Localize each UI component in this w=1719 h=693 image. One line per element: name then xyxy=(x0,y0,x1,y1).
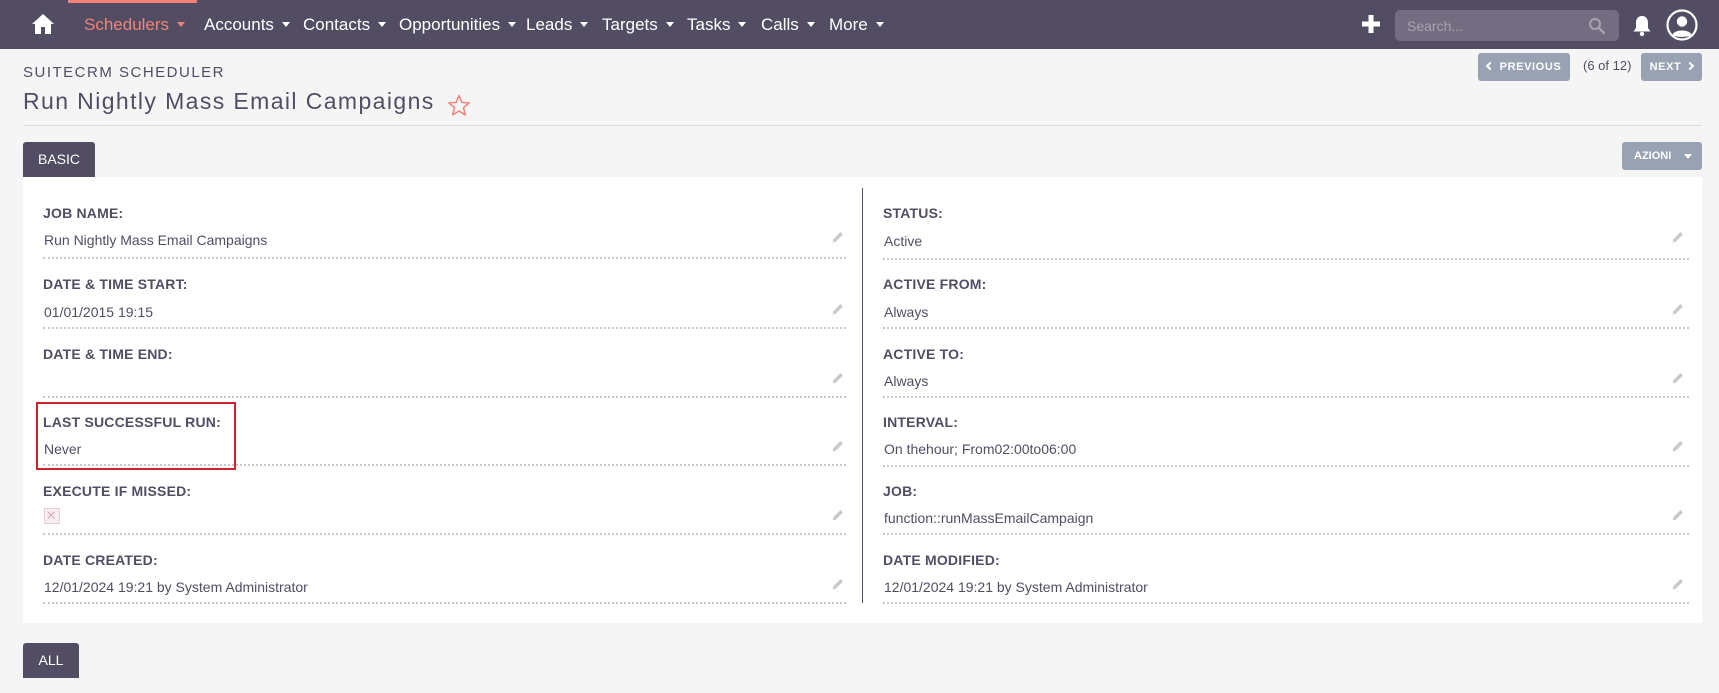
pencil-icon[interactable] xyxy=(831,230,845,244)
next-button[interactable]: NEXT xyxy=(1641,53,1702,81)
chevron-down-icon xyxy=(806,22,815,28)
chevron-down-icon xyxy=(177,22,186,28)
active-from-value: Always xyxy=(884,304,929,320)
field-underline xyxy=(883,396,1689,398)
top-navbar: Schedulers Accounts Contacts Opportuniti… xyxy=(0,0,1719,49)
date-modified-value: 12/01/2024 19:21 by System Administrator xyxy=(884,579,1148,595)
tab-all[interactable]: ALL xyxy=(23,643,79,678)
module-name: SUITECRM SCHEDULER xyxy=(23,64,226,81)
chevron-down-icon xyxy=(665,22,674,28)
field-underline xyxy=(883,465,1689,467)
interval-label: INTERVAL: xyxy=(883,414,959,430)
nav-schedulers[interactable]: Schedulers xyxy=(84,0,186,49)
pencil-icon[interactable] xyxy=(831,439,845,453)
active-from-label: ACTIVE FROM: xyxy=(883,276,987,292)
highlight-annotation-box xyxy=(36,402,236,470)
nav-leads[interactable]: Leads xyxy=(526,0,589,49)
execute-if-missed-label: EXECUTE IF MISSED: xyxy=(43,483,192,499)
previous-button[interactable]: PREVIOUS xyxy=(1478,53,1570,81)
chevron-down-icon xyxy=(281,22,290,28)
search-input[interactable] xyxy=(1395,10,1585,41)
field-underline xyxy=(883,258,1689,260)
pencil-icon[interactable] xyxy=(831,577,845,591)
actions-dropdown-button[interactable]: AZIONI xyxy=(1622,142,1702,170)
nav-contacts[interactable]: Contacts xyxy=(303,0,387,49)
job-value: function::runMassEmailCampaign xyxy=(884,510,1094,526)
nav-accounts[interactable]: Accounts xyxy=(204,0,290,49)
page-title: Run Nightly Mass Email Campaigns xyxy=(23,88,435,114)
job-name-label: JOB NAME: xyxy=(43,205,124,221)
chevron-down-icon xyxy=(1684,154,1692,159)
job-label: JOB: xyxy=(883,483,918,499)
search-box xyxy=(1395,10,1619,41)
user-icon[interactable] xyxy=(1666,9,1698,41)
pencil-icon[interactable] xyxy=(1671,230,1685,244)
date-created-value: 12/01/2024 19:21 by System Administrator xyxy=(44,579,308,595)
favorite-star-icon[interactable] xyxy=(447,94,471,117)
date-time-start-label: DATE & TIME START: xyxy=(43,276,188,292)
nav-opportunities[interactable]: Opportunities xyxy=(399,0,517,49)
nav-targets[interactable]: Targets xyxy=(602,0,674,49)
field-underline xyxy=(43,396,846,398)
pencil-icon[interactable] xyxy=(831,371,845,385)
pencil-icon[interactable] xyxy=(1671,508,1685,522)
date-created-label: DATE CREATED: xyxy=(43,552,158,568)
interval-value: On thehour; From02:00to06:00 xyxy=(884,441,1077,457)
job-name-value: Run Nightly Mass Email Campaigns xyxy=(44,232,268,248)
nav-tasks[interactable]: Tasks xyxy=(687,0,747,49)
pencil-icon[interactable] xyxy=(831,508,845,522)
chevron-left-icon xyxy=(1485,61,1494,71)
pencil-icon[interactable] xyxy=(1671,577,1685,591)
home-icon[interactable] xyxy=(30,12,56,36)
search-icon[interactable] xyxy=(1588,17,1606,35)
status-value: Active xyxy=(884,233,923,249)
chevron-right-icon xyxy=(1686,61,1695,71)
field-underline xyxy=(883,327,1689,329)
field-underline xyxy=(43,257,846,259)
tab-basic[interactable]: BASIC xyxy=(23,142,95,177)
pencil-icon[interactable] xyxy=(831,302,845,316)
field-underline xyxy=(43,533,846,535)
active-to-label: ACTIVE TO: xyxy=(883,346,965,362)
record-counter: (6 of 12) xyxy=(1583,58,1632,73)
chevron-down-icon xyxy=(580,22,589,28)
header-divider xyxy=(23,125,1702,126)
field-underline xyxy=(43,602,846,604)
nav-more[interactable]: More xyxy=(829,0,884,49)
pencil-icon[interactable] xyxy=(1671,439,1685,453)
chevron-down-icon xyxy=(875,22,884,28)
active-to-value: Always xyxy=(884,373,929,389)
checkbox-cross-icon xyxy=(47,511,56,520)
column-divider xyxy=(862,188,863,603)
date-modified-label: DATE MODIFIED: xyxy=(883,552,1000,568)
status-label: STATUS: xyxy=(883,205,943,221)
chevron-down-icon xyxy=(508,22,517,28)
pencil-icon[interactable] xyxy=(1671,371,1685,385)
pencil-icon[interactable] xyxy=(1671,302,1685,316)
chevron-down-icon xyxy=(378,22,387,28)
plus-icon[interactable] xyxy=(1360,12,1382,36)
bell-icon[interactable] xyxy=(1631,13,1653,37)
chevron-down-icon xyxy=(738,22,747,28)
execute-if-missed-checkbox[interactable] xyxy=(44,508,60,524)
field-underline xyxy=(883,533,1689,535)
date-time-end-label: DATE & TIME END: xyxy=(43,346,173,362)
field-underline xyxy=(883,602,1689,604)
date-time-start-value: 01/01/2015 19:15 xyxy=(44,304,153,320)
nav-calls[interactable]: Calls xyxy=(761,0,815,49)
field-underline xyxy=(43,327,846,329)
